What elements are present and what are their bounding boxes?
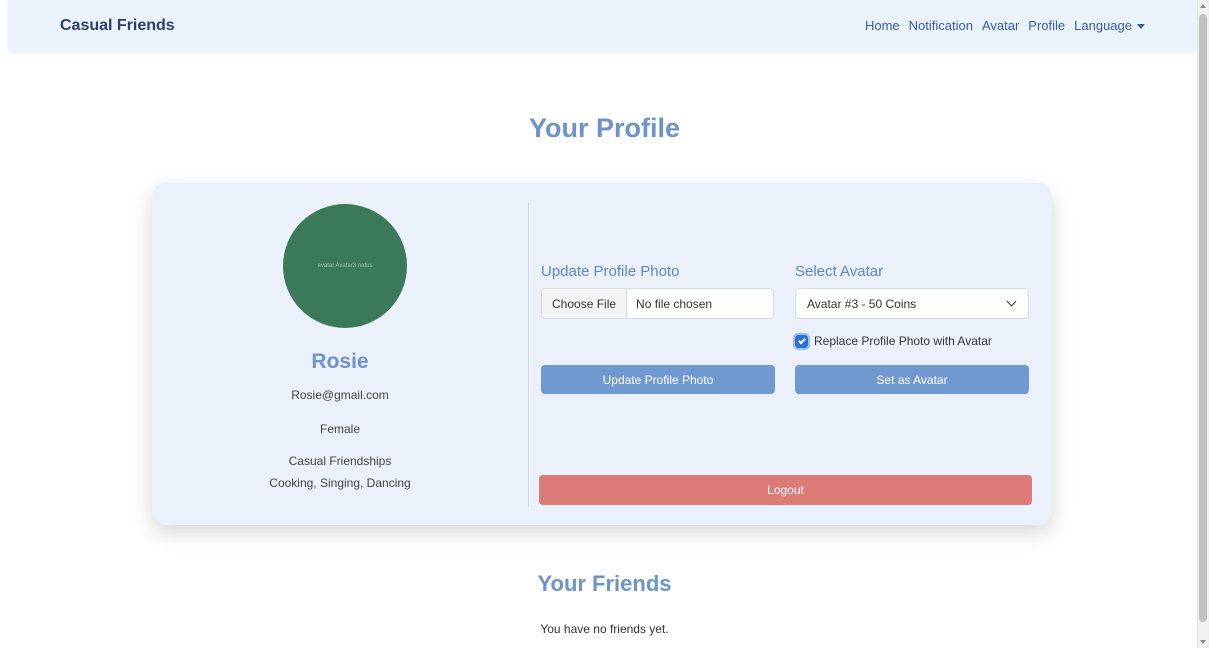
file-status-text: No file chosen [636, 296, 713, 311]
top-navbar: Casual Friends Home Notification Avatar … [8, 0, 1197, 51]
nav-links: Home Notification Avatar Profile Languag… [865, 18, 1145, 33]
select-avatar-heading: Select Avatar [795, 263, 884, 280]
set-as-avatar-button[interactable]: Set as Avatar [795, 365, 1029, 394]
nav-avatar-link[interactable]: Avatar [982, 18, 1019, 33]
chevron-down-icon [1006, 296, 1017, 307]
profile-name: Rosie [311, 350, 369, 373]
page-scrollbar[interactable] [1197, 0, 1209, 648]
nav-notification-link[interactable]: Notification [909, 18, 973, 33]
friends-empty-message: You have no friends yet. [540, 622, 669, 636]
nav-home-link[interactable]: Home [865, 18, 900, 33]
logout-button[interactable]: Logout [539, 475, 1032, 505]
avatar-alt-text: avatar Avatar3 natus [317, 263, 373, 269]
language-dropdown-label: Language [1074, 18, 1132, 33]
caret-down-icon [1137, 24, 1145, 30]
profile-looking-for: Casual Friendships [288, 454, 392, 468]
friends-heading: Your Friends [537, 571, 672, 596]
profile-interests: Cooking, Singing, Dancing [269, 476, 411, 490]
profile-photo-file-input[interactable]: Choose File No file chosen [541, 288, 774, 319]
profile-summary: avatar Avatar3 natus Rosie Rosie@gmail.c… [152, 183, 528, 525]
language-dropdown[interactable]: Language [1074, 18, 1145, 33]
avatar-select[interactable]: Avatar #3 - 50 Coins [795, 288, 1029, 319]
scroll-up-arrow-icon[interactable] [1200, 4, 1206, 8]
avatar-select-value: Avatar #3 - 50 Coins [807, 296, 917, 311]
profile-card: avatar Avatar3 natus Rosie Rosie@gmail.c… [152, 183, 1052, 525]
profile-gender: Female [319, 422, 360, 436]
replace-photo-checkbox-label: Replace Profile Photo with Avatar [814, 334, 992, 348]
checkmark-icon [797, 336, 806, 344]
profile-avatar: avatar Avatar3 natus [283, 204, 407, 328]
update-profile-photo-button[interactable]: Update Profile Photo [541, 365, 775, 394]
scrollbar-thumb[interactable] [1199, 14, 1207, 622]
scroll-down-arrow-icon[interactable] [1200, 640, 1206, 644]
choose-file-button[interactable]: Choose File [542, 289, 628, 318]
nav-profile-link[interactable]: Profile [1028, 18, 1065, 33]
column-divider [528, 203, 529, 507]
brand-logo[interactable]: Casual Friends [60, 17, 175, 35]
page-title: Your Profile [528, 113, 681, 143]
update-photo-heading: Update Profile Photo [541, 263, 680, 280]
profile-email: Rosie@gmail.com [291, 388, 389, 402]
replace-photo-checkbox[interactable] [793, 332, 810, 350]
replace-photo-checkbox-row[interactable]: Replace Profile Photo with Avatar [793, 332, 992, 350]
